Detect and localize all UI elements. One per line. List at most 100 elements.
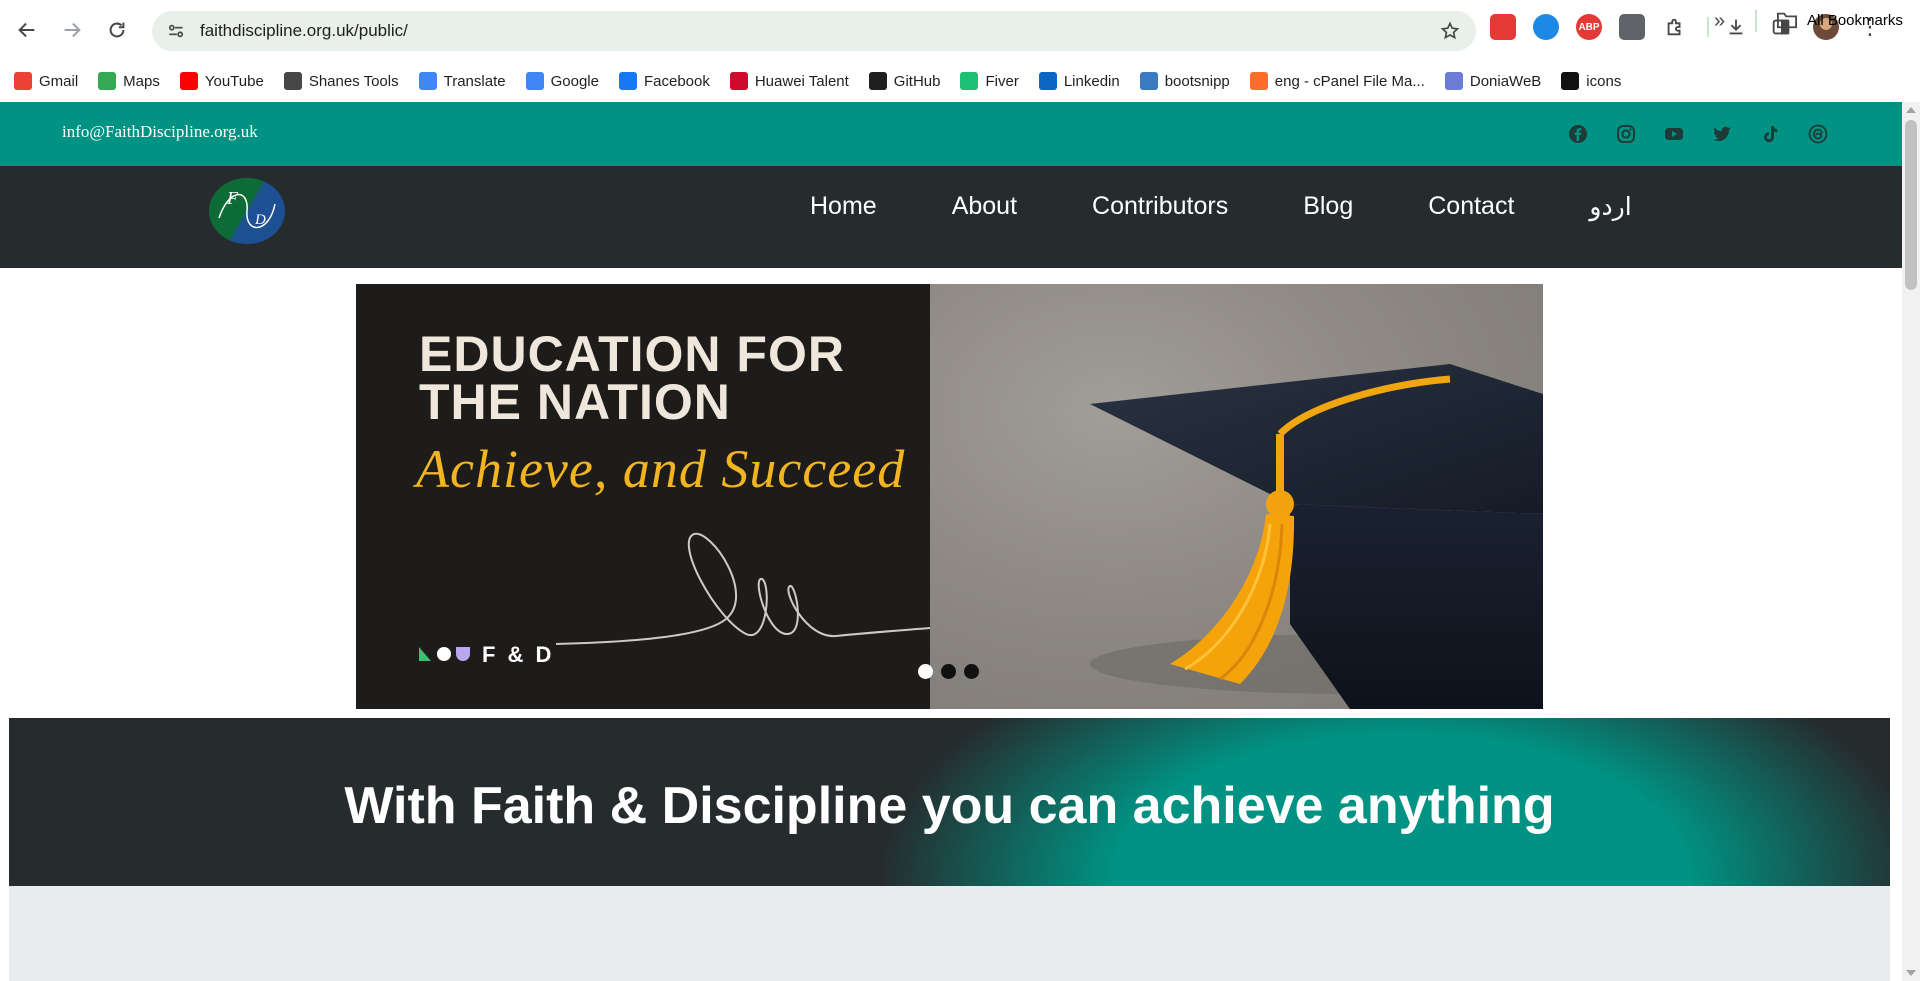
- signature-scribble-icon: [556, 532, 930, 645]
- address-bar[interactable]: faithdiscipline.org.uk/public/: [152, 11, 1476, 51]
- contact-email-link[interactable]: info@FaithDiscipline.org.uk: [62, 122, 258, 142]
- nav-link[interactable]: Home: [810, 192, 877, 222]
- linkedin-icon: [1038, 72, 1057, 90]
- bookmark-label: bootsnipp: [1164, 72, 1230, 90]
- fiverr-icon: [960, 72, 979, 90]
- site-logo[interactable]: F D: [209, 178, 285, 244]
- banner-heading: With Faith & Discipline you can achieve …: [344, 777, 1555, 835]
- bookmark-star-icon[interactable]: [1440, 21, 1460, 41]
- adblock-icon[interactable]: ABP: [1576, 14, 1602, 40]
- slide-tagline: Achieve, and Succeed: [416, 439, 906, 499]
- graduation-cap-image: [930, 284, 1543, 709]
- page-viewport: info@FaithDiscipline.org.uk F D Home Abou…: [0, 102, 1902, 981]
- google-icon: [525, 72, 544, 90]
- icons-icon: [1561, 72, 1580, 90]
- youtube-icon: [179, 72, 198, 90]
- slider-dot[interactable]: [964, 664, 979, 679]
- instagram-icon[interactable]: [1616, 124, 1636, 144]
- bookmark-label: Maps: [123, 72, 160, 90]
- bookmark-item[interactable]: Translate: [418, 72, 506, 90]
- logo-letter-f: F: [227, 188, 238, 208]
- social-links: [1568, 124, 1856, 144]
- scroll-up-arrow-icon[interactable]: [1906, 107, 1916, 113]
- site-settings-icon[interactable]: [166, 21, 186, 41]
- bookmark-label: GitHub: [893, 72, 941, 90]
- bookmark-item[interactable]: bootsnipp: [1139, 72, 1230, 90]
- robot-icon[interactable]: [1619, 14, 1645, 40]
- content-section: [9, 886, 1890, 981]
- brand-shapes-icon: [419, 645, 475, 666]
- folder-icon: [1777, 12, 1797, 29]
- bookmarks-bar: Gmail Maps YouTube Shanes Tools Translate Goo…: [0, 60, 1920, 102]
- reload-icon: [109, 22, 125, 38]
- bookmark-label: Fiver: [985, 72, 1019, 90]
- forward-button[interactable]: [54, 12, 90, 48]
- bookmark-label: Linkedin: [1063, 72, 1120, 90]
- bookmark-item[interactable]: Facebook: [618, 72, 710, 90]
- bookmark-item[interactable]: eng - cPanel File Ma...: [1249, 72, 1425, 90]
- contact-topbar: info@FaithDiscipline.org.uk: [0, 102, 1902, 166]
- bookmark-label: eng - cPanel File Ma...: [1274, 72, 1425, 90]
- nav-link[interactable]: Contact: [1428, 192, 1514, 222]
- nav-link[interactable]: اردو: [1589, 192, 1631, 222]
- back-arrow-icon: [18, 22, 35, 38]
- bookmark-item[interactable]: Shanes Tools: [283, 72, 399, 90]
- maps-icon: [98, 72, 117, 90]
- bookmark-item[interactable]: Huawei Talent: [729, 72, 849, 90]
- graduation-cap-icon: [1090, 364, 1543, 709]
- bookmark-item[interactable]: Google: [525, 72, 599, 90]
- reload-button[interactable]: [99, 12, 135, 48]
- browser-toolbar: faithdiscipline.org.uk/public/ ABP ⋮: [0, 0, 1920, 60]
- facebook-icon: [618, 72, 637, 90]
- slide-heading: EDUCATION FOR THE NATION: [419, 329, 845, 430]
- bookmark-item[interactable]: Fiver: [960, 72, 1019, 90]
- main-navbar: F D Home About Contributors Blog Contact اردو: [0, 166, 1902, 268]
- bookmark-item[interactable]: GitHub: [868, 72, 941, 90]
- youtube-icon[interactable]: [1664, 124, 1684, 144]
- threads-icon[interactable]: [1808, 124, 1828, 144]
- bookmark-label: Google: [550, 72, 599, 90]
- twitter-icon[interactable]: [1712, 124, 1732, 144]
- bookmark-label: Gmail: [39, 72, 79, 90]
- github-icon: [868, 72, 887, 90]
- bookmark-item[interactable]: Gmail: [14, 72, 78, 90]
- bookmark-item[interactable]: YouTube: [179, 72, 264, 90]
- logo-letter-d: D: [255, 212, 266, 228]
- tiktok-icon[interactable]: [1760, 124, 1780, 144]
- download-manager-icon[interactable]: [1533, 14, 1559, 40]
- slide-heading-line2: THE NATION: [419, 374, 731, 430]
- page-scrollbar[interactable]: [1902, 102, 1920, 981]
- slide-text-panel: EDUCATION FOR THE NATION Achieve, and Su…: [356, 284, 930, 709]
- forward-arrow-icon: [64, 22, 81, 38]
- globe-icon: [283, 72, 302, 90]
- bookmark-label: DoniaWeB: [1469, 72, 1542, 90]
- nav-link[interactable]: Contributors: [1092, 192, 1228, 222]
- nav-link[interactable]: About: [952, 192, 1017, 222]
- bookmark-label: Shanes Tools: [308, 72, 399, 90]
- toolbar-divider: [1707, 17, 1709, 37]
- infinity-swirl-icon: [218, 193, 276, 229]
- scroll-down-arrow-icon[interactable]: [1906, 970, 1916, 976]
- back-button[interactable]: [9, 12, 45, 48]
- bookmark-item[interactable]: Maps: [98, 72, 160, 90]
- translate-icon: [418, 72, 437, 90]
- url-text[interactable]: faithdiscipline.org.uk/public/: [200, 21, 408, 41]
- more-bookmarks-chevron-icon[interactable]: »: [1714, 10, 1725, 33]
- facebook-icon[interactable]: [1568, 124, 1588, 144]
- bookmark-label: Huawei Talent: [754, 72, 849, 90]
- all-bookmarks-button[interactable]: All Bookmarks: [1776, 10, 1903, 30]
- scrollbar-thumb[interactable]: [1905, 120, 1917, 290]
- nav-menu: Home About Contributors Blog Contact اردو: [810, 192, 1707, 222]
- bookmark-label: YouTube: [204, 72, 264, 90]
- slider-dot[interactable]: [918, 664, 933, 679]
- bookmark-item[interactable]: DoniaWeB: [1444, 72, 1542, 90]
- extensions-puzzle-icon[interactable]: [1662, 14, 1688, 40]
- slider-dot[interactable]: [941, 664, 956, 679]
- bookmark-item[interactable]: icons: [1561, 72, 1621, 90]
- all-bookmarks-label: All Bookmarks: [1807, 11, 1903, 29]
- bookmark-item[interactable]: Linkedin: [1038, 72, 1120, 90]
- downloads-icon[interactable]: [1723, 14, 1749, 40]
- nav-link[interactable]: Blog: [1303, 192, 1353, 222]
- extension-red-icon[interactable]: [1490, 14, 1516, 40]
- bookmark-label: Translate: [443, 72, 506, 90]
